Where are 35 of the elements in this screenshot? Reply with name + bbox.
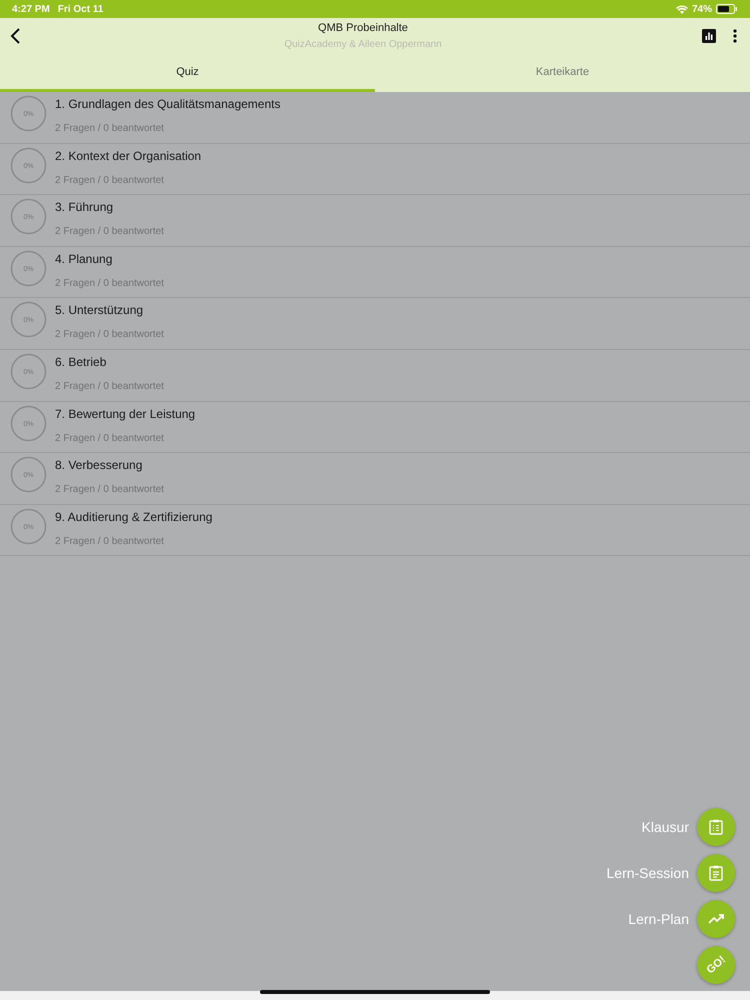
chapter-info: 2 Fragen / 0 beantwortet xyxy=(55,534,165,549)
action-button[interactable] xyxy=(697,854,735,892)
chapter-title: 7. Bewertung der Leistung xyxy=(55,406,196,423)
action-label: Lern-Session xyxy=(606,864,689,882)
action-label: Lern-Plan xyxy=(628,910,689,928)
chapter-title: 1. Grundlagen des Qualitätsmanagements xyxy=(55,96,280,113)
page-title: QMB Probeinhalte xyxy=(318,21,408,36)
chapter-title: 5. Unterstützung xyxy=(55,302,144,320)
clipboard-icon xyxy=(709,865,723,881)
status-date: Fri Oct 11 xyxy=(58,2,104,16)
chapter-info: 2 Fragen / 0 beantwortet xyxy=(55,122,165,136)
chapter-title: 4. Planung xyxy=(55,250,114,268)
checklist-clipboard-icon xyxy=(709,819,723,835)
action-label: Klausur xyxy=(642,818,689,836)
chapter-info: 2 Fragen / 0 beantwortet xyxy=(55,276,164,291)
chapter-info: 2 Fragen / 0 beantwortet xyxy=(55,225,164,240)
chapter-title: 6. Betrieb xyxy=(55,354,108,371)
wifi-icon xyxy=(676,4,688,14)
chapter-title: 9. Auditierung & Zertifizierung xyxy=(55,508,212,526)
status-time: 4:27 PM xyxy=(12,2,50,16)
battery-icon xyxy=(716,4,738,14)
action-button[interactable] xyxy=(697,900,735,938)
chapter-info: 2 Fragen / 0 beantwortet xyxy=(55,380,164,394)
chapter-title: 3. Führung xyxy=(55,199,114,216)
chapter-info: 2 Fragen / 0 beantwortet xyxy=(55,328,164,342)
chapter-info: 2 Fragen / 0 beantwortet xyxy=(55,432,165,446)
trend-icon xyxy=(708,913,724,925)
tab[interactable]: Karteikarte xyxy=(375,54,750,92)
tab[interactable]: Quiz xyxy=(0,54,375,92)
battery-percent: 74% xyxy=(692,2,712,16)
chapter-info: 2 Fragen / 0 beantwortet xyxy=(55,483,164,498)
action-button[interactable] xyxy=(697,808,735,846)
chapter-info: 2 Fragen / 0 beantwortet xyxy=(55,174,165,188)
chapter-title: 2. Kontext der Organisation xyxy=(55,148,202,165)
chapter-title: 8. Verbesserung xyxy=(55,457,144,474)
